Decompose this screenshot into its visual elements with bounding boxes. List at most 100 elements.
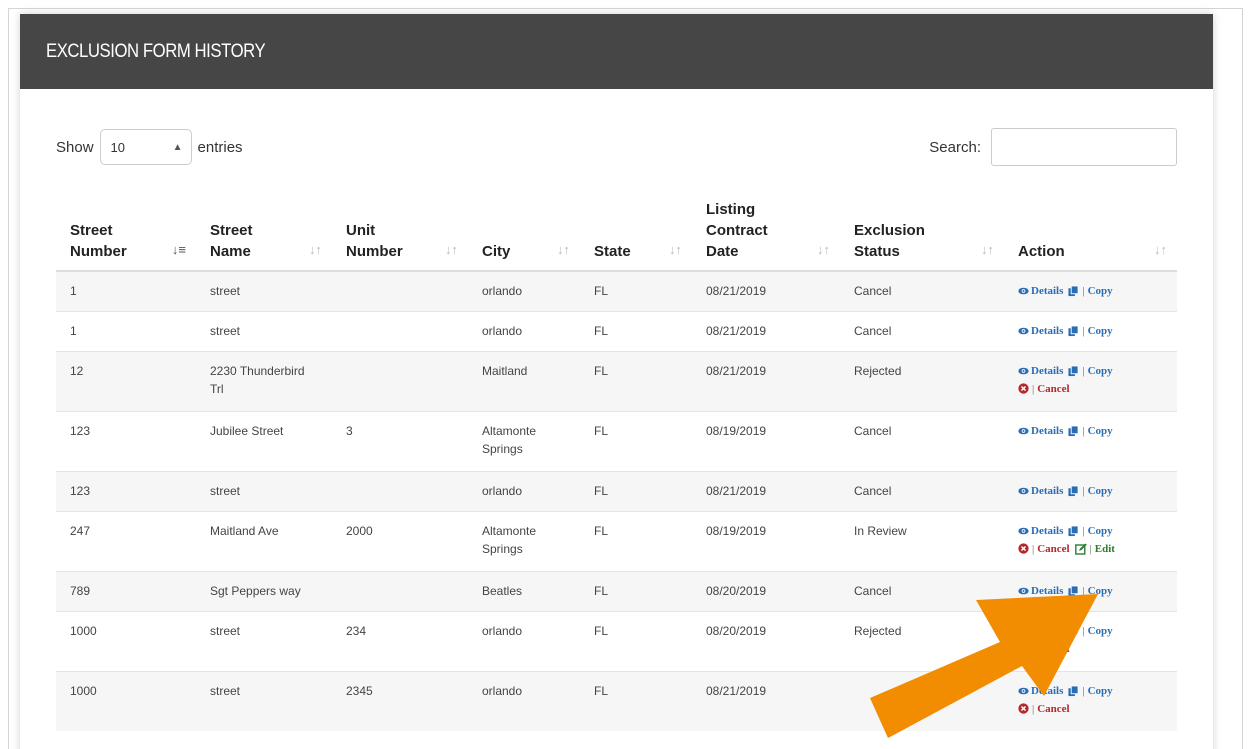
cell-state: FL (580, 570, 692, 611)
cell-action: Details | Copy (1004, 470, 1177, 511)
search-input[interactable] (991, 128, 1177, 166)
table-row: 1 street orlando FL 08/21/2019 Cancel Details |… (56, 270, 1177, 311)
details-link-label: Details (1031, 584, 1064, 597)
column-header-unit-number[interactable]: Unit Number ↓↑ (332, 199, 468, 272)
cell-street-name: street (196, 470, 332, 511)
copy-link[interactable]: Copy (1088, 362, 1113, 380)
cell-street-number: 123 (56, 410, 196, 471)
cell-action: Details | Copy (1004, 270, 1177, 311)
cancel-link[interactable]: Cancel (1037, 700, 1069, 718)
cell-date: 08/21/2019 (692, 350, 840, 411)
column-header-state[interactable]: State ↓↑ (580, 199, 692, 272)
eye-icon (1018, 327, 1029, 334)
column-header-street-name[interactable]: Street Name ↓↑ (196, 199, 332, 272)
cell-date: 08/19/2019 (692, 410, 840, 471)
eye-icon (1018, 527, 1029, 534)
panel-header: EXCLUSION FORM HISTORY (20, 14, 1213, 89)
sort-icon: ↓↑ (557, 242, 570, 257)
cancel-link-label: Cancel (1037, 542, 1070, 555)
details-link[interactable]: Details (1018, 622, 1063, 640)
column-header-label: State (594, 243, 631, 260)
cell-date: 08/20/2019 (692, 570, 840, 611)
exclusion-table: Street Number ↓≡ Street Name ↓↑ Unit Number ↓… (56, 199, 1177, 731)
column-header-action[interactable]: Action ↓↑ (1004, 199, 1177, 272)
copy-link[interactable]: Copy (1088, 482, 1113, 500)
cancel-link[interactable]: Cancel (1037, 640, 1069, 658)
details-link[interactable]: Details (1018, 422, 1063, 440)
table-body: 1 street orlando FL 08/21/2019 Cancel Details |… (56, 270, 1177, 731)
copy-link[interactable]: Copy (1088, 422, 1113, 440)
cell-unit: 3 (332, 410, 468, 471)
column-header-label: Exclusion Status (854, 222, 925, 260)
table-row: 123 Jubilee Street 3 Altamonte Springs FL 08/… (56, 410, 1177, 471)
copy-link[interactable]: Copy (1088, 682, 1113, 700)
column-header-listing-contract-date[interactable]: Listing Contract Date ↓↑ (692, 199, 840, 272)
cell-unit (332, 270, 468, 311)
table-row: 1 street orlando FL 08/21/2019 Cancel Details |… (56, 310, 1177, 351)
details-link[interactable]: Details (1018, 522, 1063, 540)
cell-date: 08/21/2019 (692, 670, 840, 731)
sort-ascending-icon: ↓≡ (171, 242, 186, 257)
action-separator: | (1082, 584, 1085, 597)
cell-street-number: 123 (56, 470, 196, 511)
action-separator: | (1089, 542, 1092, 555)
sort-icon: ↓↑ (309, 242, 322, 257)
action-line: | Cancel (1018, 640, 1163, 658)
cancel-link-label: Cancel (1037, 382, 1070, 395)
action-line: Details | Copy (1018, 482, 1163, 500)
edit-link[interactable]: Edit (1095, 540, 1115, 558)
cell-city: orlando (468, 310, 580, 351)
details-link[interactable]: Details (1018, 362, 1063, 380)
copy-link[interactable]: Copy (1088, 522, 1113, 540)
cell-unit (332, 470, 468, 511)
copy-link[interactable]: Copy (1088, 322, 1113, 340)
action-separator: | (1082, 624, 1085, 637)
entries-select-value: 10 (110, 139, 125, 155)
cancel-link[interactable]: Cancel (1037, 380, 1069, 398)
cancel-circle-icon (1018, 643, 1029, 654)
entries-select[interactable]: 10 ▲ (99, 129, 192, 165)
copy-icon (1068, 485, 1079, 496)
copy-link[interactable]: Copy (1088, 282, 1113, 300)
action-separator: | (1032, 702, 1035, 715)
column-header-street-number[interactable]: Street Number ↓≡ (56, 199, 196, 272)
cell-street-number: 12 (56, 350, 196, 411)
cell-state: FL (580, 610, 692, 671)
cell-street-name: Jubilee Street (196, 410, 332, 471)
action-line: Details | Copy (1018, 422, 1163, 440)
eye-icon (1018, 627, 1029, 634)
copy-link-label: Copy (1087, 584, 1113, 597)
edit-link-label: Edit (1094, 542, 1115, 555)
panel-title: EXCLUSION FORM HISTORY (46, 40, 266, 62)
action-line: | Cancel (1018, 380, 1163, 398)
copy-link[interactable]: Copy (1088, 582, 1113, 600)
column-header-label: City (482, 243, 511, 260)
cell-status: Cancel (840, 410, 1004, 471)
cell-street-name: street (196, 670, 332, 731)
column-header-city[interactable]: City ↓↑ (468, 199, 580, 272)
action-separator: | (1032, 642, 1035, 655)
table-row: 1000 street 234 orlando FL 08/20/2019 Rejected… (56, 610, 1177, 671)
column-header-label: Street Number (70, 222, 127, 260)
cell-street-number: 1 (56, 270, 196, 311)
cell-date: 08/21/2019 (692, 470, 840, 511)
cancel-link[interactable]: Cancel (1037, 540, 1069, 558)
copy-icon (1068, 585, 1079, 596)
column-header-label: Unit Number (346, 222, 403, 260)
action-line: Details | Copy (1018, 522, 1163, 540)
cell-state: FL (580, 350, 692, 411)
details-link[interactable]: Details (1018, 582, 1063, 600)
copy-icon (1068, 625, 1079, 636)
details-link[interactable]: Details (1018, 322, 1063, 340)
cell-city: Beatles (468, 570, 580, 611)
table-header-row: Street Number ↓≡ Street Name ↓↑ Unit Number ↓… (56, 199, 1177, 272)
column-header-exclusion-status[interactable]: Exclusion Status ↓↑ (840, 199, 1004, 272)
cell-unit: 2000 (332, 510, 468, 571)
details-link[interactable]: Details (1018, 282, 1063, 300)
column-header-label: Listing Contract Date (706, 201, 768, 260)
cell-street-name: street (196, 270, 332, 311)
copy-link[interactable]: Copy (1088, 622, 1113, 640)
details-link[interactable]: Details (1018, 482, 1063, 500)
details-link[interactable]: Details (1018, 682, 1063, 700)
eye-icon (1018, 367, 1029, 374)
